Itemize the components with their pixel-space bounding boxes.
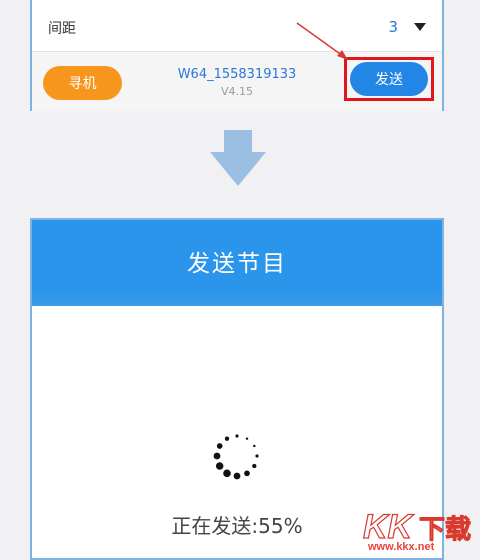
spinner-dot xyxy=(252,463,257,469)
spinner-dot xyxy=(245,437,249,440)
spinner-dot xyxy=(255,454,259,458)
spinner-dot xyxy=(233,472,241,480)
spinner-dot xyxy=(235,434,239,438)
dialog-header: 发送节目 xyxy=(32,220,442,306)
dialog-title: 发送节目 xyxy=(187,251,287,277)
spinner-dot xyxy=(215,462,224,470)
spinner-dot xyxy=(213,452,221,460)
spinner-dot xyxy=(244,470,250,477)
down-arrow-icon xyxy=(210,130,266,186)
spinner-dot xyxy=(216,443,223,449)
spinner-dot xyxy=(223,469,231,478)
loading-spinner-icon xyxy=(213,434,259,480)
watermark-url: www.kkx.net xyxy=(368,541,435,553)
spinner-dot xyxy=(253,444,256,448)
spinner-dot xyxy=(224,436,230,441)
